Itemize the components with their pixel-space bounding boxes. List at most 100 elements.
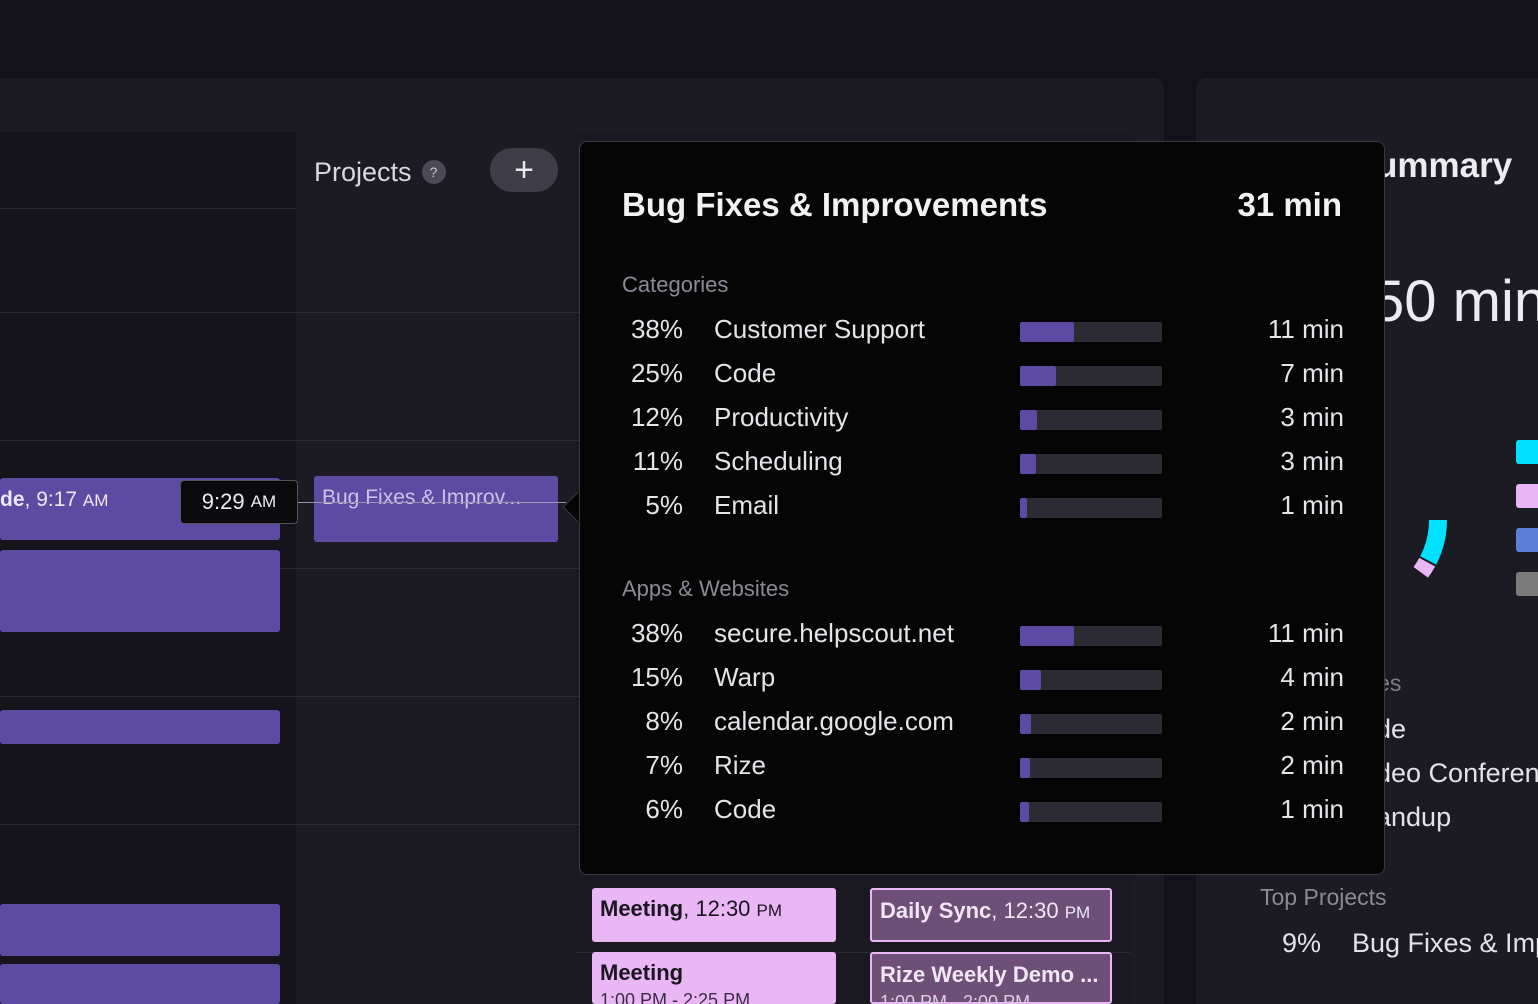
current-time-tag: 9:29 AM — [180, 480, 298, 524]
row-bar — [1020, 626, 1162, 646]
meeting-event[interactable]: Meeting 1:00 PM - 2:25 PM — [592, 952, 836, 1004]
sync-event[interactable]: Rize Weekly Demo ... 1:00 PM - 2:00 PM — [870, 952, 1112, 1004]
event-time: 9:17 — [36, 488, 78, 511]
row-percent: 5% — [645, 490, 683, 520]
activity-block[interactable] — [0, 964, 280, 1004]
breakdown-row: 15% Warp 4 min — [580, 662, 1386, 706]
row-name: Code — [714, 794, 777, 824]
row-bar — [1020, 454, 1162, 474]
breakdown-row: 5% Email 1 min — [580, 490, 1386, 534]
row-bar-fill — [1020, 498, 1028, 518]
summary-category: andup — [1376, 802, 1452, 832]
row-duration: 3 min — [1280, 402, 1344, 432]
row-name: Scheduling — [714, 446, 843, 476]
row-bar-fill — [1020, 626, 1074, 646]
project-details-popover: Bug Fixes & Improvements 31 min Categori… — [579, 141, 1385, 875]
project-block-label: Bug Fixes & Improv... — [322, 486, 522, 509]
legend-swatch — [1516, 484, 1538, 508]
row-name: Customer Support — [714, 314, 925, 344]
grid-line — [0, 208, 296, 209]
row-duration: 11 min — [1267, 618, 1344, 648]
row-percent: 38% — [630, 618, 683, 648]
row-duration: 11 min — [1267, 314, 1344, 344]
popover-total: 31 min — [1237, 186, 1342, 223]
row-percent: 11% — [632, 446, 683, 476]
breakdown-row: 38% secure.helpscout.net 11 min — [580, 618, 1386, 662]
sync-title: Rize Weekly Demo ... — [880, 962, 1099, 987]
help-icon[interactable]: ? — [421, 160, 446, 184]
add-project-button[interactable]: + — [490, 148, 558, 192]
row-percent: 25% — [630, 358, 683, 388]
row-percent: 7% — [645, 750, 683, 780]
row-name: Warp — [714, 662, 776, 692]
row-name: Email — [714, 490, 780, 520]
project-block[interactable]: Bug Fixes & Improv... — [314, 476, 558, 542]
summary-total: 50 min — [1372, 269, 1538, 334]
row-name: Productivity — [714, 402, 849, 432]
meeting-title: Meeting — [600, 896, 684, 921]
breakdown-row: 38% Customer Support 11 min — [580, 314, 1386, 358]
activity-block[interactable] — [0, 710, 280, 744]
meeting-title: Meeting — [600, 960, 684, 985]
row-bar-fill — [1020, 410, 1038, 430]
activity-block[interactable] — [0, 904, 280, 956]
row-bar-fill — [1020, 366, 1056, 386]
row-duration: 1 min — [1280, 794, 1344, 824]
legend-swatch — [1516, 572, 1538, 596]
summary-category: deo Conferen — [1376, 758, 1538, 788]
breakdown-row: 6% Code 1 min — [580, 794, 1386, 838]
breakdown-row: 8% calendar.google.com 2 min — [580, 706, 1386, 750]
row-percent: 8% — [645, 706, 683, 736]
breakdown-row: 12% Productivity 3 min — [580, 402, 1386, 446]
top-project-name[interactable]: Bug Fixes & Imp — [1352, 928, 1538, 959]
time-tag-ampm: AM — [250, 492, 277, 511]
row-bar — [1020, 714, 1162, 734]
row-percent: 15% — [630, 662, 683, 692]
row-name: Code — [714, 358, 777, 388]
row-bar — [1020, 366, 1162, 386]
row-duration: 2 min — [1280, 750, 1344, 780]
row-percent: 12% — [630, 402, 683, 432]
breakdown-row: 7% Rize 2 min — [580, 750, 1386, 794]
row-bar — [1020, 758, 1162, 778]
projects-title: Projects — [314, 156, 412, 187]
sync-event[interactable]: Daily Sync, 12:30 PM — [870, 888, 1112, 942]
time-indicator-line — [296, 502, 566, 503]
sync-ampm: PM — [1064, 903, 1091, 922]
breakdown-row: 25% Code 7 min — [580, 358, 1386, 402]
sync-title: Daily Sync — [880, 898, 992, 923]
row-bar-fill — [1020, 714, 1032, 734]
row-duration: 7 min — [1280, 358, 1344, 388]
event-ampm: AM — [82, 491, 109, 510]
categories-heading: Categories — [622, 272, 729, 297]
row-bar-fill — [1020, 454, 1036, 474]
meeting-time: 12:30 — [695, 896, 751, 921]
row-bar-fill — [1020, 322, 1074, 342]
row-bar — [1020, 802, 1162, 822]
row-name: secure.helpscout.net — [714, 618, 954, 648]
apps-heading: Apps & Websites — [622, 576, 790, 601]
popover-title: Bug Fixes & Improvements — [622, 186, 1048, 223]
row-bar — [1020, 410, 1162, 430]
time-tag-value: 9:29 — [201, 489, 245, 514]
meeting-ampm: PM — [756, 901, 783, 920]
summary-title: ummary — [1376, 146, 1513, 185]
breakdown-row: 11% Scheduling 3 min — [580, 446, 1386, 490]
meeting-time-range: 1:00 PM - 2:25 PM — [600, 990, 751, 1004]
meeting-event[interactable]: Meeting, 12:30 PM — [592, 888, 836, 942]
legend-swatch — [1516, 440, 1538, 464]
row-bar — [1020, 322, 1162, 342]
sync-time-range: 1:00 PM - 2:00 PM — [880, 992, 1031, 1004]
row-percent: 38% — [630, 314, 683, 344]
row-name: calendar.google.com — [714, 706, 954, 736]
top-projects-heading: Top Projects — [1260, 884, 1387, 910]
event-title: de — [0, 488, 25, 511]
row-duration: 1 min — [1280, 490, 1344, 520]
top-project-percent: 9% — [1282, 928, 1322, 958]
row-bar-fill — [1020, 802, 1029, 822]
row-duration: 2 min — [1280, 706, 1344, 736]
row-bar — [1020, 498, 1162, 518]
row-bar-fill — [1020, 670, 1042, 690]
activity-block[interactable] — [0, 550, 280, 632]
row-duration: 4 min — [1280, 662, 1344, 692]
